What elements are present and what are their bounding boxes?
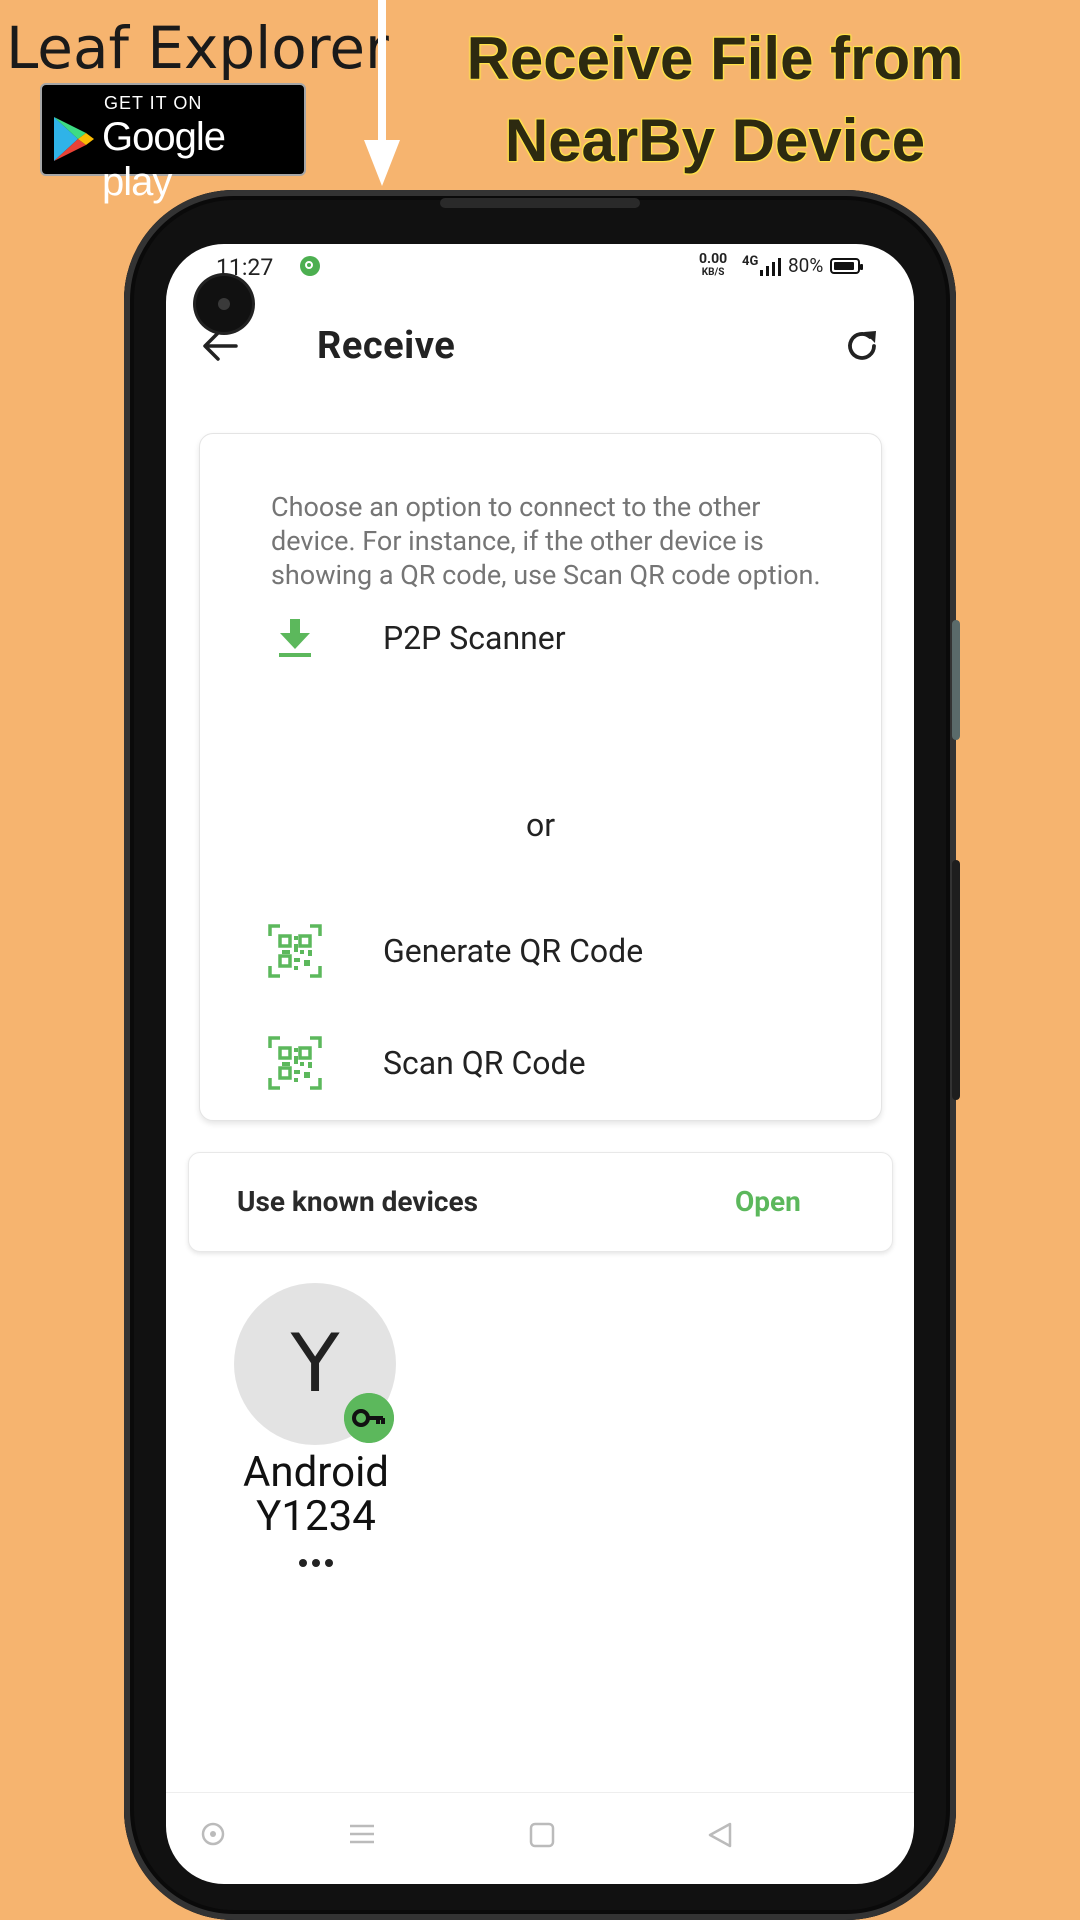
device-tile[interactable]: Y Android Y1234 bbox=[216, 1283, 396, 1567]
power-button bbox=[952, 620, 960, 740]
device-name-line-1: Android bbox=[243, 1448, 389, 1497]
option-label: P2P Scanner bbox=[383, 619, 566, 657]
promo-app-name: Leaf Explorer bbox=[6, 14, 389, 82]
option-scan-qr[interactable]: Scan QR Code bbox=[248, 1022, 848, 1102]
earpiece-speaker bbox=[440, 198, 640, 208]
option-p2p-scanner[interactable]: P2P Scanner bbox=[248, 597, 848, 677]
signal-icon bbox=[760, 258, 781, 276]
assistant-nav-icon[interactable] bbox=[200, 1821, 226, 1847]
promo-headline: Receive File from NearBy Device bbox=[420, 18, 1010, 182]
phone-screen: 11:27 0.00 KB/S 4G 80% Receive Choose an… bbox=[166, 244, 914, 1884]
refresh-icon[interactable] bbox=[840, 324, 884, 368]
device-name-line-2: Y1234 bbox=[256, 1492, 376, 1541]
device-name: Android Y1234 bbox=[216, 1451, 416, 1539]
qr-code-icon bbox=[268, 1036, 322, 1090]
battery-percent: 80% bbox=[788, 254, 824, 277]
card-description: Choose an option to connect to the other… bbox=[271, 491, 821, 591]
headline-line-2: NearBy Device bbox=[504, 107, 926, 174]
network-speed: 0.00 KB/S bbox=[699, 251, 728, 279]
key-icon bbox=[344, 1393, 394, 1443]
more-options-icon[interactable] bbox=[298, 1557, 334, 1569]
network-speed-unit: KB/S bbox=[701, 267, 725, 278]
known-devices-bar: Use known devices Open bbox=[188, 1152, 893, 1252]
option-label: Scan QR Code bbox=[383, 1044, 586, 1082]
headline-line-1: Receive File from bbox=[466, 25, 964, 92]
network-type: 4G bbox=[742, 254, 759, 269]
download-icon bbox=[279, 619, 311, 657]
option-label: Generate QR Code bbox=[383, 932, 644, 970]
google-play-badge[interactable]: GET IT ON Google play bbox=[40, 83, 306, 204]
back-nav-icon[interactable] bbox=[706, 1821, 734, 1849]
system-nav-bar bbox=[166, 1792, 914, 1884]
badge-top-text: GET IT ON bbox=[104, 93, 203, 113]
pointer-arrow-shaft bbox=[378, 0, 386, 150]
volume-button bbox=[952, 860, 960, 1100]
option-generate-qr[interactable]: Generate QR Code bbox=[248, 910, 848, 990]
pointer-arrow-head-icon bbox=[364, 140, 400, 186]
or-separator: or bbox=[525, 806, 556, 844]
google-play-logo-icon bbox=[54, 117, 94, 161]
battery-icon bbox=[830, 258, 863, 274]
connect-options-card: Choose an option to connect to the other… bbox=[199, 433, 882, 1121]
known-devices-label: Use known devices bbox=[237, 1185, 478, 1218]
qr-code-icon bbox=[268, 924, 322, 978]
network-speed-value: 0.00 bbox=[699, 251, 728, 267]
status-bar: 11:27 0.00 KB/S 4G 80% bbox=[166, 244, 914, 294]
home-nav-icon[interactable] bbox=[528, 1821, 556, 1849]
front-camera bbox=[196, 276, 252, 332]
sync-icon bbox=[300, 256, 320, 276]
page-title: Receive bbox=[317, 324, 456, 368]
menu-nav-icon[interactable] bbox=[348, 1821, 376, 1847]
open-known-devices-button[interactable]: Open bbox=[735, 1185, 801, 1218]
